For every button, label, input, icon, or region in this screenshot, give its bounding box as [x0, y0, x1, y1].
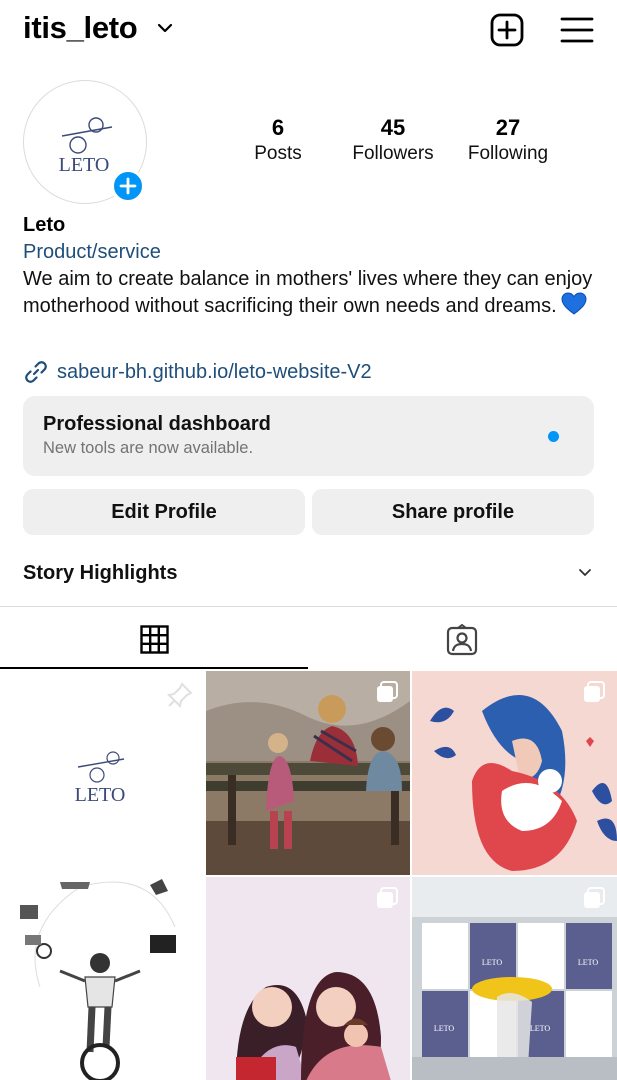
new-post-icon[interactable] — [489, 12, 525, 48]
tab-tagged[interactable] — [308, 607, 616, 669]
pin-icon — [166, 682, 193, 709]
followers-stat[interactable]: 45 Followers — [333, 115, 453, 167]
menu-icon[interactable] — [559, 12, 595, 48]
followers-count: 45 — [380, 115, 406, 140]
share-profile-button[interactable]: Share profile — [312, 489, 594, 535]
dashboard-subtitle: New tools are now available. — [43, 439, 254, 457]
bio-text: We aim to create balance in mothers' liv… — [23, 268, 593, 317]
svg-text:LETO: LETO — [75, 784, 126, 806]
edit-profile-button[interactable]: Edit Profile — [23, 489, 305, 535]
grid-icon — [140, 625, 169, 654]
multiple-photos-icon — [171, 887, 192, 908]
username[interactable]: itis_leto — [23, 10, 138, 46]
post-thumbnail[interactable]: LETO LETO LETO LETO — [412, 877, 617, 1080]
notification-dot — [548, 431, 559, 442]
professional-dashboard[interactable]: Professional dashboard New tools are now… — [23, 396, 594, 476]
profile-category[interactable]: Product/service — [23, 241, 161, 264]
multiple-photos-icon — [584, 887, 605, 908]
top-bar: itis_leto — [0, 0, 617, 62]
post-thumbnail[interactable] — [206, 671, 410, 875]
dashboard-title: Professional dashboard — [43, 413, 271, 435]
tab-posts-grid[interactable] — [0, 607, 308, 669]
followers-label: Followers — [352, 143, 434, 164]
chevron-down-icon[interactable] — [157, 22, 173, 34]
posts-stat[interactable]: 6 Posts — [218, 115, 338, 167]
profile-link-text: sabeur-bh.github.io/leto-website-V2 — [57, 360, 372, 383]
blue-heart-icon — [561, 292, 587, 315]
posts-label: Posts — [254, 143, 302, 164]
svg-text:LETO: LETO — [59, 154, 110, 176]
link-icon — [25, 361, 47, 383]
post-thumbnail[interactable] — [0, 877, 204, 1080]
following-count: 27 — [495, 115, 521, 140]
svg-text:LETO: LETO — [578, 958, 599, 967]
multiple-photos-icon — [584, 681, 605, 702]
following-label: Following — [467, 143, 549, 164]
post-thumbnail[interactable] — [412, 671, 617, 875]
svg-text:LETO: LETO — [530, 1024, 551, 1033]
add-story-button[interactable] — [111, 169, 145, 203]
svg-text:LETO: LETO — [482, 958, 503, 967]
posts-count: 6 — [271, 115, 285, 140]
active-tab-indicator — [0, 667, 308, 669]
chevron-down-icon[interactable] — [578, 568, 592, 578]
post-thumbnail[interactable] — [206, 877, 410, 1080]
multiple-photos-icon — [377, 681, 398, 702]
story-highlights-label[interactable]: Story Highlights — [23, 562, 177, 585]
profile-name: Leto — [23, 214, 66, 236]
multiple-photos-icon — [377, 887, 398, 908]
profile-link[interactable]: sabeur-bh.github.io/leto-website-V2 — [23, 358, 372, 386]
profile-bio: We aim to create balance in mothers' liv… — [23, 266, 593, 319]
plus-icon — [119, 177, 137, 195]
svg-text:LETO: LETO — [434, 1024, 455, 1033]
following-stat[interactable]: 27 Following — [448, 115, 568, 167]
tagged-user-icon — [446, 624, 478, 656]
post-thumbnail[interactable]: LETO — [0, 671, 204, 875]
